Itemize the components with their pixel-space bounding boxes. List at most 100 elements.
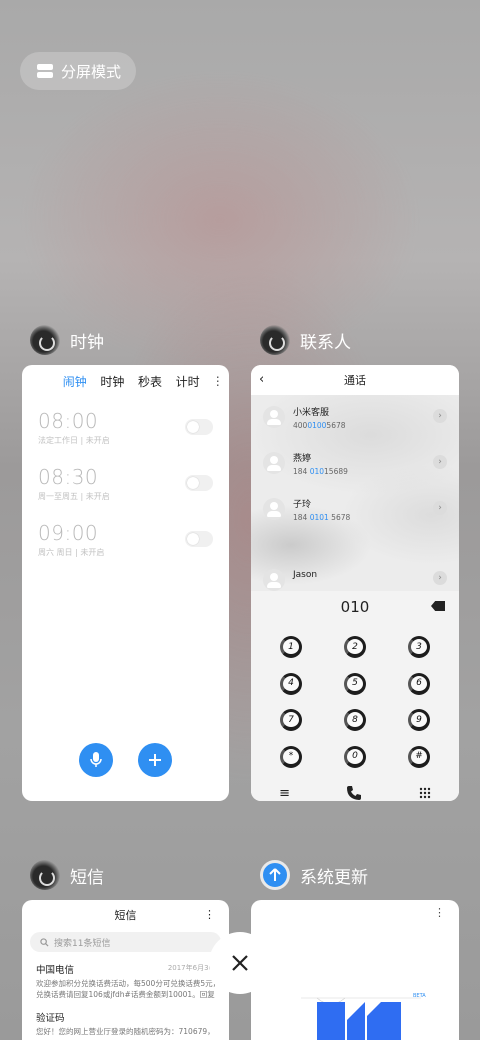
- alarm-toggle[interactable]: [185, 531, 213, 547]
- sms-date: 2017年6月30: [167, 964, 213, 972]
- list-item[interactable]: 中国电信 2017年6月30 欢迎参加积分兑换话费活动，每500分可兑换话费5元…: [22, 962, 229, 1000]
- contacts-header: ‹ 通话: [251, 365, 459, 395]
- search-icon: [40, 937, 49, 947]
- contact-number: 184 01015689: [293, 466, 348, 476]
- key-hash[interactable]: #: [387, 739, 451, 776]
- key-1[interactable]: 1: [259, 629, 323, 666]
- sms-app-card[interactable]: 短信 ⋮ 搜索11条短信 中国电信 2017年6月30 欢迎参加积分兑换话费活动…: [22, 900, 229, 1040]
- alarm-subtitle: 周一至周五 | 未开启: [38, 492, 110, 501]
- contacts-app-icon: [260, 325, 290, 355]
- update-app-icon: [260, 860, 290, 890]
- clock-app-header[interactable]: 时钟: [30, 325, 104, 355]
- key-6[interactable]: 6: [387, 666, 451, 703]
- update-app-card[interactable]: ⋮ BETA: [251, 900, 459, 1040]
- key-3[interactable]: 3: [387, 629, 451, 666]
- clock-app-icon: [30, 325, 60, 355]
- contact-name: 子玲: [293, 499, 312, 510]
- alarm-subtitle: 法定工作日 | 未开启: [38, 436, 110, 445]
- beta-badge: BETA: [413, 993, 426, 999]
- more-icon[interactable]: ⋮: [206, 374, 229, 388]
- key-9[interactable]: 9: [387, 702, 451, 739]
- sms-preview: 欢迎参加积分兑换话费活动，每500分可兑换话费5元，: [36, 979, 215, 988]
- chevron-right-icon[interactable]: ›: [433, 571, 447, 585]
- alarm-toggle[interactable]: [185, 419, 213, 435]
- alarm-subtitle: 周六 周日 | 未开启: [38, 548, 105, 557]
- update-app-header[interactable]: 系统更新: [260, 860, 368, 890]
- tab-timer[interactable]: 计时: [169, 373, 207, 390]
- dial-keypad: 1 2 3 4 5 6 7 8 9 * 0 #: [251, 623, 459, 775]
- tab-clock[interactable]: 时钟: [94, 373, 132, 390]
- key-star[interactable]: *: [259, 739, 323, 776]
- split-screen-button[interactable]: 分屏模式: [20, 52, 136, 90]
- voice-alarm-button[interactable]: [79, 743, 113, 777]
- avatar: [263, 406, 285, 428]
- list-item[interactable]: 子玲 184 0101 5678 ›: [263, 489, 451, 529]
- alarm-item[interactable]: 09:00 周六 周日 | 未开启: [38, 521, 213, 577]
- key-5[interactable]: 5: [323, 666, 387, 703]
- back-icon[interactable]: ‹: [259, 372, 264, 387]
- contact-number: 40001005678: [293, 420, 346, 430]
- sms-preview: 您好！您的网上营业厅登录的随机密码为：710679，有: [36, 1027, 215, 1036]
- contact-name: 小米客服: [293, 407, 330, 418]
- sms-app-name: 短信: [70, 867, 104, 888]
- phone-call-icon[interactable]: [346, 785, 362, 801]
- chevron-right-icon[interactable]: ›: [433, 501, 447, 515]
- tab-stopwatch[interactable]: 秒表: [131, 373, 169, 390]
- sms-header: 短信 ⋮: [22, 900, 229, 930]
- alarm-item[interactable]: 08:30 周一至周五 | 未开启: [38, 465, 213, 521]
- chevron-right-icon[interactable]: ›: [433, 455, 447, 469]
- close-icon: [232, 955, 248, 971]
- sms-app-icon: [30, 860, 60, 890]
- backspace-icon[interactable]: [431, 601, 445, 611]
- avatar: [263, 569, 285, 591]
- add-alarm-button[interactable]: [138, 743, 172, 777]
- dial-input[interactable]: 010: [251, 591, 459, 623]
- key-4[interactable]: 4: [259, 666, 323, 703]
- avatar: [263, 452, 285, 474]
- arrow-up-icon: [269, 868, 281, 881]
- alarm-item[interactable]: 08:00 法定工作日 | 未开启: [38, 409, 213, 465]
- more-icon[interactable]: ⋮: [434, 906, 445, 919]
- list-item[interactable]: 燕婷 184 01015689 ›: [263, 443, 451, 483]
- list-item[interactable]: Jason ›: [263, 569, 451, 591]
- avatar: [263, 498, 285, 520]
- microphone-icon: [90, 752, 102, 767]
- close-all-button[interactable]: [209, 932, 271, 994]
- contact-list: 小米客服 40001005678 › 燕婷 184 01015689 › 子玲 …: [251, 395, 459, 591]
- sms-app-header[interactable]: 短信: [30, 860, 104, 890]
- contact-name: Jason: [293, 570, 318, 580]
- list-item[interactable]: 小米客服 40001005678 ›: [263, 397, 451, 437]
- contacts-app-name: 联系人: [300, 332, 351, 353]
- menu-icon[interactable]: ≡: [279, 786, 290, 801]
- key-2[interactable]: 2: [323, 629, 387, 666]
- sms-title: 短信: [114, 909, 137, 922]
- list-item[interactable]: 验证码 您好！您的网上营业厅登录的随机密码为：710679，有: [22, 1010, 229, 1037]
- clock-tabs: 闹钟 时钟 秒表 计时 ⋮: [22, 365, 229, 397]
- contact-name: 燕婷: [293, 453, 312, 464]
- split-screen-icon: [37, 64, 53, 78]
- clock-app-card[interactable]: 闹钟 时钟 秒表 计时 ⋮ 08:00 法定工作日 | 未开启 08:30 周一…: [22, 365, 229, 801]
- update-app-name: 系统更新: [300, 867, 368, 888]
- contacts-app-header[interactable]: 联系人: [260, 325, 351, 355]
- contact-number: 184 0101 5678: [293, 512, 351, 522]
- key-8[interactable]: 8: [323, 702, 387, 739]
- split-screen-label: 分屏模式: [61, 62, 122, 81]
- contacts-title: 通话: [344, 374, 366, 387]
- sms-preview: 兑换话费请回复106或jfdh#话费金额到10001。回复...: [36, 990, 215, 999]
- search-placeholder: 搜索11条短信: [54, 938, 111, 949]
- chevron-right-icon[interactable]: ›: [433, 409, 447, 423]
- clock-app-name: 时钟: [70, 332, 104, 353]
- tab-alarm[interactable]: 闹钟: [56, 373, 94, 390]
- sms-sender: 验证码: [36, 1013, 65, 1024]
- sms-search-input[interactable]: 搜索11条短信: [30, 932, 221, 952]
- update-illustration: [301, 997, 421, 1040]
- dial-number: 010: [340, 598, 370, 616]
- key-0[interactable]: 0: [323, 739, 387, 776]
- key-7[interactable]: 7: [259, 702, 323, 739]
- more-icon[interactable]: ⋮: [204, 908, 215, 921]
- dialer-bottom-bar: ≡: [251, 775, 459, 801]
- alarm-toggle[interactable]: [185, 475, 213, 491]
- plus-icon: [149, 754, 161, 766]
- contacts-app-card[interactable]: ‹ 通话 小米客服 40001005678 › 燕婷 184 01015689 …: [251, 365, 459, 801]
- dialpad-icon[interactable]: [419, 787, 431, 799]
